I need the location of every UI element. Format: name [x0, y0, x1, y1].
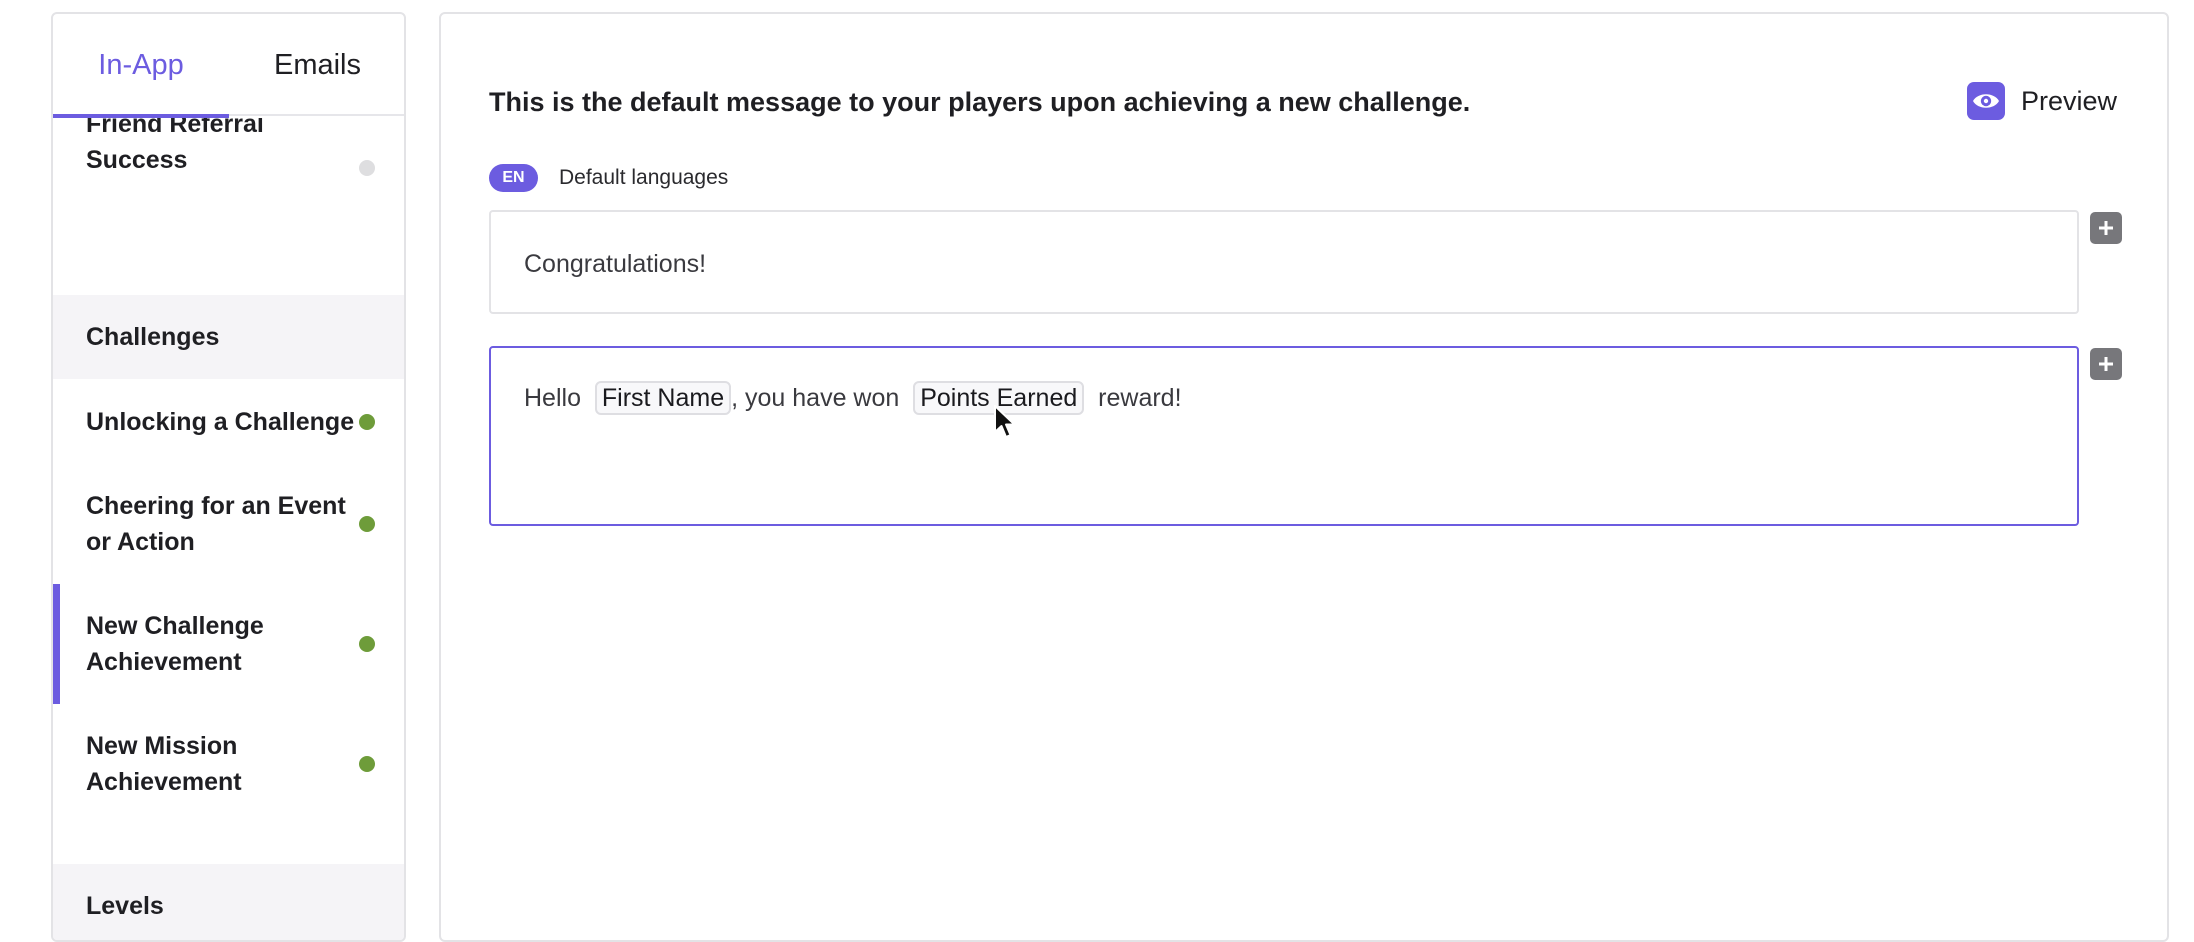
- section-label: Challenges: [86, 323, 220, 351]
- selected-indicator: [53, 584, 60, 704]
- preview-label: Preview: [2021, 86, 2118, 116]
- section-header-levels: Levels: [53, 864, 404, 940]
- language-badge: EN: [489, 164, 538, 192]
- status-dot-active: [359, 414, 375, 430]
- eye-icon: [1967, 82, 2005, 120]
- channel-tabs: In-App Emails: [53, 14, 404, 118]
- list-item-new-mission-achievement[interactable]: New Mission Achievement: [53, 704, 404, 824]
- status-dot-active: [359, 516, 375, 532]
- body-text-prefix: Hello: [524, 384, 581, 412]
- title-input[interactable]: Congratulations!: [489, 210, 2079, 314]
- status-dot-active: [359, 636, 375, 652]
- status-dot-active: [359, 756, 375, 772]
- section-label: Levels: [86, 892, 164, 920]
- plus-icon: [2099, 221, 2113, 235]
- mouse-pointer-icon: [993, 404, 1017, 445]
- list-item-unlocking-a-challenge[interactable]: Unlocking a Challenge: [53, 380, 404, 464]
- message-description: This is the default message to your play…: [489, 87, 1471, 117]
- list-item-label: New Challenge Achievement: [86, 612, 264, 676]
- list-item-friend-referral-success[interactable]: Friend Referral Success: [53, 118, 404, 216]
- tab-in-app[interactable]: In-App: [53, 14, 229, 118]
- list-item-cheering-for-an-event[interactable]: Cheering for an Event or Action: [53, 464, 404, 584]
- body-input[interactable]: Hello First Name, you have won Points Ea…: [489, 346, 2079, 526]
- preview-button[interactable]: Preview: [1967, 79, 2167, 123]
- title-input-value: Congratulations!: [524, 250, 707, 278]
- section-header-challenges: Challenges: [53, 295, 404, 379]
- notification-list: Friend Referral Success Challenges Unloc…: [53, 118, 404, 940]
- body-text-suffix: reward!: [1098, 384, 1182, 412]
- status-dot-inactive: [359, 160, 375, 176]
- language-label: Default languages: [559, 166, 729, 189]
- notification-types-panel: In-App Emails Friend Referral Success Ch…: [51, 12, 406, 942]
- list-item-label: Friend Referral Success: [86, 118, 264, 174]
- list-item-label: Cheering for an Event or Action: [86, 492, 346, 556]
- token-first-name[interactable]: First Name: [594, 381, 732, 415]
- list-item-new-challenge-achievement[interactable]: New Challenge Achievement: [53, 584, 404, 704]
- tab-emails[interactable]: Emails: [229, 14, 404, 116]
- list-item-label: Unlocking a Challenge: [86, 408, 355, 436]
- body-text-middle: , you have won: [731, 384, 900, 412]
- add-variable-button-title[interactable]: [2090, 212, 2122, 244]
- message-editor-panel: This is the default message to your play…: [439, 12, 2169, 942]
- body-input-value: Hello First Name, you have won Points Ea…: [524, 378, 1182, 418]
- plus-icon: [2099, 357, 2113, 371]
- add-variable-button-body[interactable]: [2090, 348, 2122, 380]
- list-item-label: New Mission Achievement: [86, 732, 242, 796]
